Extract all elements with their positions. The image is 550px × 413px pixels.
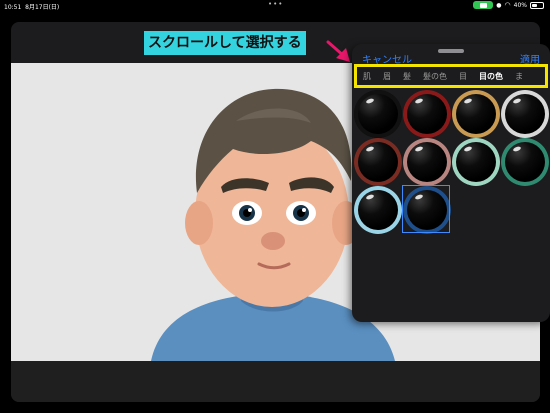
eye-color-swatch-red[interactable]	[403, 90, 451, 138]
eye-color-swatch-gold[interactable]	[452, 90, 500, 138]
status-time: 10:51 8月17日(日)	[4, 4, 60, 11]
camera-in-use-icon	[473, 1, 494, 9]
sheet-grabber[interactable]	[438, 49, 464, 53]
eye-color-swatch-light-blue[interactable]	[354, 186, 402, 234]
tab-4[interactable]: 目	[453, 71, 473, 82]
bottom-bar	[11, 361, 540, 402]
orientation-lock-icon: ●	[496, 1, 502, 9]
battery-icon	[530, 1, 544, 9]
tab-0[interactable]: 肌	[357, 71, 377, 82]
eye-color-swatch-brown[interactable]	[354, 138, 402, 186]
customization-panel: キャンセル 適用 肌眉髪髪の色目目の色ま	[352, 44, 550, 322]
tab-3[interactable]: 髪の色	[417, 71, 453, 82]
multitask-dots-icon[interactable]: •••	[268, 0, 283, 8]
eye-color-swatch-mint[interactable]	[452, 138, 500, 186]
wifi-icon: ◠	[504, 1, 511, 9]
instruction-callout: スクロールして選択する	[144, 31, 306, 55]
eye-color-swatch-black[interactable]	[354, 90, 402, 138]
tab-5[interactable]: 目の色	[473, 71, 509, 82]
status-bar: 10:51 8月17日(日) ••• ● ◠ 40%	[0, 0, 550, 12]
category-tabs[interactable]: 肌眉髪髪の色目目の色ま	[354, 64, 548, 88]
tab-1[interactable]: 眉	[377, 71, 397, 82]
tab-6[interactable]: ま	[509, 71, 529, 82]
eye-color-swatch-silver[interactable]	[501, 90, 549, 138]
eye-color-swatch-rose[interactable]	[403, 138, 451, 186]
eye-color-swatch-green[interactable]	[501, 138, 549, 186]
status-icons: ● ◠ 40%	[473, 1, 544, 9]
selected-swatch-outline	[402, 185, 450, 233]
tab-2[interactable]: 髪	[397, 71, 417, 82]
battery-percent: 40%	[513, 1, 527, 9]
